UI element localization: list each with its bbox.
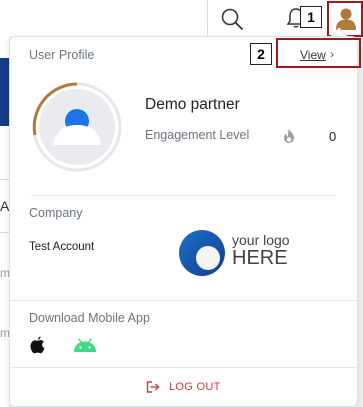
page-background-left: A m m: [0, 36, 10, 407]
section-divider: [10, 367, 357, 368]
engagement-level-label: Engagement Level: [145, 128, 250, 142]
company-name: Test Account: [29, 241, 95, 253]
page-background-divider: [0, 232, 9, 233]
apple-icon[interactable]: [29, 336, 46, 354]
section-divider: [31, 195, 336, 196]
user-profile-dropdown: User Profile View › Demo partner Engagem…: [9, 36, 358, 407]
page-background-text: A: [0, 198, 10, 214]
top-bar-divider: [207, 0, 208, 36]
annotation-highlight-avatar: [327, 1, 363, 37]
annotation-highlight-view: [276, 38, 361, 68]
download-mobile-app-title: Download Mobile App: [29, 311, 150, 325]
company-logo-text: your logo HERE: [232, 233, 290, 268]
flame-icon: [282, 128, 296, 144]
company-title: Company: [29, 206, 83, 220]
annotation-marker-1: 1: [300, 6, 322, 28]
logout-button[interactable]: LOG OUT: [146, 381, 221, 393]
profile-name: Demo partner: [145, 96, 240, 113]
section-divider: [10, 300, 357, 301]
profile-avatar[interactable]: [31, 81, 123, 173]
engagement-level-value: 0: [329, 129, 337, 144]
page-background-divider: [0, 179, 9, 180]
logout-label: LOG OUT: [169, 381, 221, 393]
search-icon[interactable]: [220, 7, 244, 31]
user-profile-title: User Profile: [29, 48, 95, 62]
logout-icon: [146, 381, 160, 393]
page-background-accent: [0, 58, 9, 126]
android-icon[interactable]: [73, 338, 97, 353]
logo-text-line2: HERE: [232, 247, 288, 269]
logo-text-line1: your logo: [232, 232, 290, 248]
annotation-marker-2: 2: [250, 43, 272, 65]
